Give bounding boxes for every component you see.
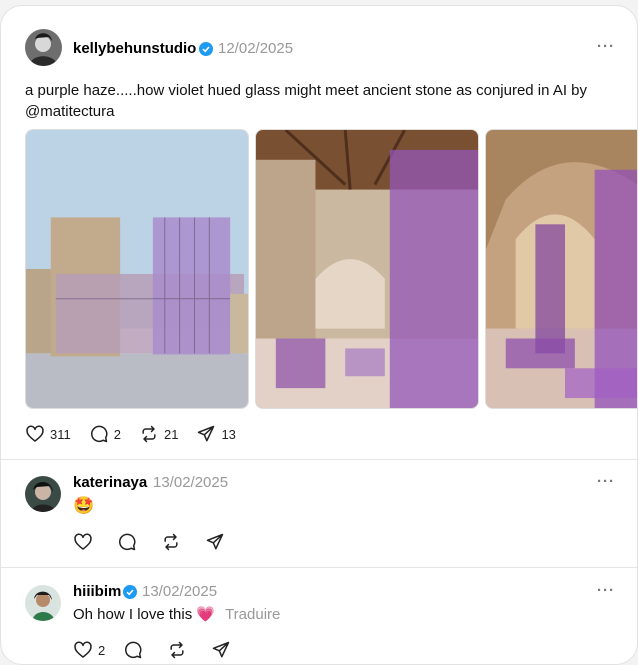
post-image-2[interactable]: [255, 129, 479, 409]
avatar[interactable]: [25, 585, 61, 621]
more-options-icon[interactable]: ···: [597, 473, 615, 490]
more-options-icon[interactable]: ···: [597, 38, 615, 55]
reply-username[interactable]: hiiibim: [73, 583, 121, 600]
like-count: 311: [50, 426, 71, 442]
like-button[interactable]: [73, 532, 93, 552]
reply-date: 13/02/2025: [142, 583, 218, 600]
heart-icon: [74, 641, 92, 658]
like-button[interactable]: 2: [73, 640, 105, 660]
repost-count: 21: [163, 426, 179, 442]
comment-button[interactable]: [117, 532, 137, 552]
repost-button[interactable]: [167, 640, 187, 660]
divider: [1, 459, 637, 460]
post-username[interactable]: kellybehunstudio: [73, 40, 196, 57]
comment-button[interactable]: 2: [89, 424, 121, 444]
like-button[interactable]: 311: [25, 424, 71, 444]
comment-button[interactable]: [123, 640, 143, 660]
post-image-3[interactable]: [485, 129, 637, 409]
reply-date: 13/02/2025: [153, 474, 229, 491]
avatar[interactable]: [25, 476, 61, 512]
reply-text: Oh how I love this 💗 Traduire: [73, 604, 280, 625]
like-count: 2: [98, 642, 106, 658]
share-count: 13: [221, 426, 236, 442]
reply-text-content: Oh how I love this 💗: [73, 606, 216, 623]
verified-badge-icon: [199, 42, 213, 56]
share-button[interactable]: 13: [196, 424, 236, 444]
comment-icon: [119, 533, 136, 551]
reply-text: 🤩: [73, 496, 95, 515]
post-actions: 311 2 21 13: [25, 424, 254, 444]
send-icon: [206, 533, 224, 550]
repost-icon: [142, 425, 156, 443]
repost-button[interactable]: 21: [139, 424, 178, 444]
post-text: a purple haze.....how violet hued glass …: [25, 82, 588, 120]
repost-icon: [170, 641, 184, 659]
thread-card: kellybehunstudio 12/02/2025 ··· a purple…: [0, 5, 638, 665]
share-button[interactable]: [205, 532, 225, 552]
comment-icon: [125, 641, 142, 659]
send-icon: [198, 425, 215, 442]
heart-icon: [74, 533, 92, 550]
reply-username[interactable]: katerinaya: [73, 474, 147, 491]
share-button[interactable]: [211, 640, 231, 660]
comment-count: 2: [113, 426, 121, 442]
divider: [1, 567, 637, 568]
repost-icon: [164, 533, 178, 551]
post-date: 12/02/2025: [218, 40, 294, 57]
reply-actions: 2: [73, 640, 249, 660]
verified-badge-icon: [123, 585, 137, 599]
translate-link[interactable]: Traduire: [225, 606, 280, 623]
heart-icon: [26, 425, 44, 442]
avatar[interactable]: [25, 29, 62, 66]
post-image-1[interactable]: [25, 129, 249, 409]
repost-button[interactable]: [161, 532, 181, 552]
more-options-icon[interactable]: ···: [597, 582, 615, 599]
comment-icon: [90, 425, 108, 443]
send-icon: [212, 641, 230, 658]
reply-actions: [73, 532, 243, 552]
